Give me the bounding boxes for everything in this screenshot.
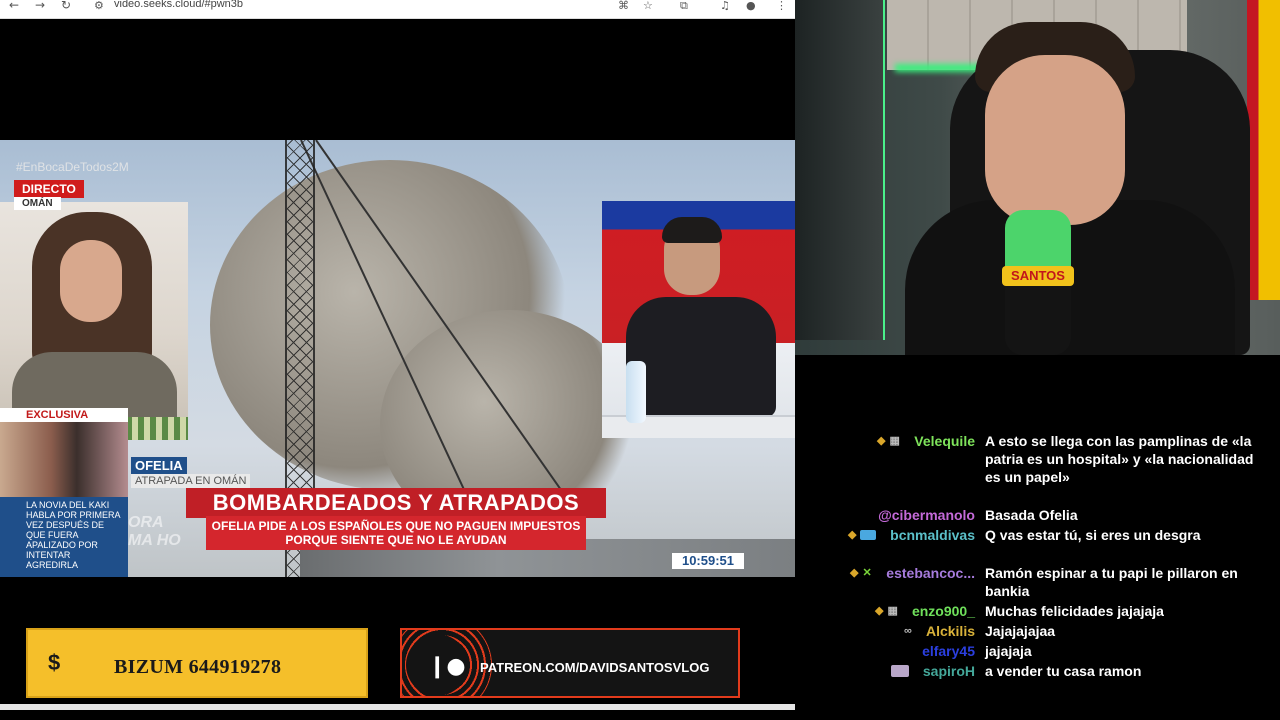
- chat-badges: ◆ ✕: [850, 564, 872, 582]
- patreon-icon: ❙●: [428, 654, 466, 679]
- chat-badges: ◆ ▦: [875, 602, 898, 620]
- media-icon[interactable]: ♫: [720, 0, 730, 12]
- chat-message-text: Muchas felicidades jajajaja: [985, 603, 1164, 619]
- browser-toolbar: ← → ↻ ⚙ video.seeks.cloud/#pwn3b ⌘ ☆ ⧉ ♫…: [0, 0, 795, 19]
- location-label: OMÁN: [14, 197, 61, 210]
- background-overlay-text: ORA MA HO: [128, 514, 181, 549]
- chat-username[interactable]: bcnmaldivas: [890, 526, 975, 544]
- chat-username[interactable]: estebancoc...: [886, 564, 975, 582]
- profile-avatar[interactable]: ●: [746, 0, 756, 12]
- film-badge-icon: ▦: [887, 605, 898, 617]
- guest-face: [60, 240, 122, 322]
- forward-icon[interactable]: →: [32, 0, 48, 12]
- chat-message-text: A esto se llega con las pamplinas de «la…: [985, 433, 1254, 485]
- news-headline: BOMBARDEADOS Y ATRAPADOS: [186, 488, 606, 518]
- chat-message-text: Basada Ofelia: [985, 507, 1078, 523]
- brand-badge-icon: [891, 665, 909, 677]
- broadcast-clock: 10:59:51: [672, 553, 744, 569]
- chat-message-text: a vender tu casa ramon: [985, 663, 1142, 679]
- panelist-body: [626, 297, 776, 417]
- chat-message-text: jajajaja: [985, 643, 1032, 659]
- film-badge-icon: ▦: [889, 435, 900, 447]
- mic-brand-label: SANTOS: [1002, 266, 1074, 286]
- exclusive-photo: [0, 422, 128, 497]
- guest-subtitle: ATRAPADA EN OMÁN: [131, 474, 251, 488]
- chat-username[interactable]: Alckilis: [926, 622, 975, 640]
- chat-message-text: Ramón espinar a tu papi le pillaron en b…: [985, 565, 1238, 599]
- reload-icon[interactable]: ↻: [58, 0, 74, 12]
- bookmark-star-icon[interactable]: ☆: [643, 0, 653, 12]
- chat-message-text: Jajajajajaa: [985, 623, 1056, 639]
- chat-username[interactable]: Velequile: [914, 432, 975, 450]
- chat-username[interactable]: @cibermanolo: [878, 506, 975, 524]
- glasses-badge-icon: ∞: [904, 625, 912, 637]
- chevron-badge-icon: ◆: [875, 605, 884, 617]
- chat-username[interactable]: sapiroH: [923, 662, 975, 680]
- patreon-logo-circle: ❙●: [406, 634, 468, 696]
- exclusive-label: EXCLUSIVA: [0, 408, 128, 422]
- extensions-icon[interactable]: ⧉: [680, 0, 688, 13]
- site-info-icon[interactable]: ⚙: [94, 0, 104, 12]
- chat-message-text: Q vas estar tú, si eres un desgra: [985, 527, 1201, 543]
- address-bar[interactable]: video.seeks.cloud/#pwn3b: [114, 0, 243, 10]
- video-progress-bar[interactable]: [0, 704, 795, 710]
- menu-icon[interactable]: ⋮: [776, 0, 787, 12]
- chat-badges: [891, 662, 909, 680]
- collectibles-shelf: [795, 0, 885, 340]
- live-badge: DIRECTO: [14, 180, 84, 198]
- panelist-hair: [662, 217, 722, 243]
- chat-badges: ◆ ▦: [877, 432, 900, 450]
- spain-flag: [1247, 0, 1280, 300]
- patreon-url: PATREON.COM/DAVIDSANTOSVLOG: [480, 660, 710, 675]
- chevron-badge-icon: ◆: [850, 567, 859, 579]
- streamer-webcam: SANTOS: [795, 0, 1280, 355]
- dollar-icon: $: [48, 650, 61, 675]
- back-icon[interactable]: ←: [6, 0, 22, 12]
- water-bottle: [626, 361, 646, 423]
- patreon-banner: ❙● PATREON.COM/DAVIDSANTOSVLOG: [400, 628, 740, 698]
- live-chat: Velequile ◆ ▦ A esto se llega con las pampl…: [795, 355, 1280, 720]
- chat-badges: ◆: [848, 526, 877, 544]
- guest-name-tag: OFELIA: [131, 457, 187, 474]
- exclusive-caption: LA NOVIA DEL KAKI HABLA POR PRIMERA VEZ …: [0, 497, 128, 577]
- x-badge-icon: ✕: [862, 567, 872, 579]
- video-player[interactable]: #EnBocaDeTodos2M DIRECTO OMÁN EXCLUSIVA …: [0, 140, 795, 577]
- chat-username[interactable]: elfary45: [922, 642, 975, 660]
- bizum-banner: $ BIZUM 644919278: [26, 628, 368, 698]
- chat-badges: ∞: [904, 622, 912, 640]
- subscriber-badge-icon: [860, 530, 877, 540]
- bizum-number: BIZUM 644919278: [114, 656, 282, 678]
- news-subheadline: OFELIA PIDE A LOS ESPAÑOLES QUE NO PAGUE…: [206, 516, 586, 550]
- translate-icon[interactable]: ⌘: [618, 0, 629, 12]
- chevron-badge-icon: ◆: [877, 435, 886, 447]
- chevron-badge-icon: ◆: [848, 529, 857, 541]
- program-hashtag: #EnBocaDeTodos2M: [16, 160, 129, 174]
- studio-camera-feed: [602, 201, 795, 438]
- guest-camera-feed: [0, 202, 188, 440]
- chat-username[interactable]: enzo900_: [912, 602, 975, 620]
- streamer-face: [985, 55, 1125, 225]
